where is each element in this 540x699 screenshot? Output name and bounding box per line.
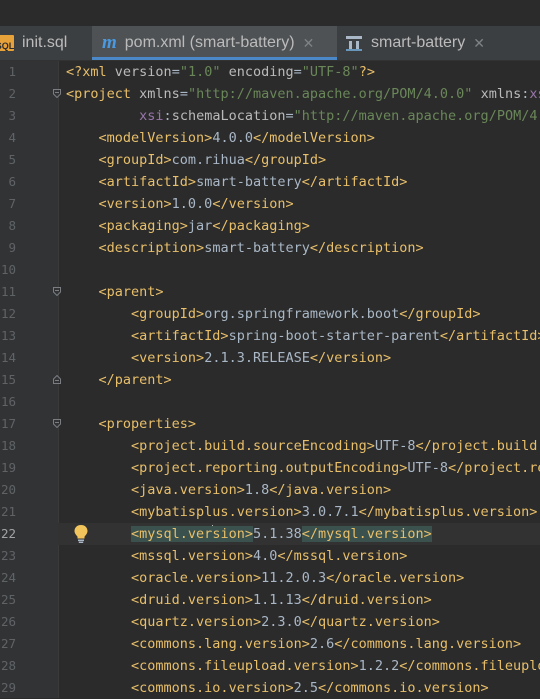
code-line: <project.reporting.outputEncoding>UTF-8<… — [131, 460, 540, 476]
tab-pom-xml[interactable]: m pom.xml (smart-battery) ✕ — [92, 26, 337, 60]
code-line: <modelVersion>4.0.0</modelVersion> — [98, 130, 375, 146]
line-number: 3 — [8, 108, 16, 123]
tab-label-smart-battery: smart-battery — [371, 34, 466, 51]
line-number: 10 — [0, 262, 16, 277]
line-number: 29 — [0, 680, 16, 695]
line-number: 2 — [8, 86, 16, 101]
line-number: 27 — [0, 636, 16, 651]
line-number: 16 — [0, 394, 16, 409]
fold-collapse-icon[interactable] — [53, 287, 61, 296]
line-number: 18 — [0, 438, 16, 453]
line-number: 5 — [8, 152, 16, 167]
fold-collapse-icon[interactable] — [53, 89, 61, 98]
fold-collapse-icon[interactable] — [53, 419, 61, 428]
line-number: 25 — [0, 592, 16, 607]
code-line: <version>2.1.3.RELEASE</version> — [131, 350, 392, 366]
line-number: 7 — [8, 196, 16, 211]
code-line: <commons.lang.version>2.6</commons.lang.… — [131, 636, 522, 652]
code-line: <project.build.sourceEncoding>UTF-8</pro… — [131, 438, 540, 454]
code-line: <quartz.version>2.3.0</quartz.version> — [131, 614, 440, 630]
code-line: <artifactId>spring-boot-starter-parent</… — [131, 328, 540, 344]
maven-m-icon: m — [102, 32, 117, 53]
tab-smart-battery[interactable]: smart-battery ✕ — [337, 26, 540, 60]
code-line: <druid.version>1.1.13</druid.version> — [131, 592, 432, 608]
tab-init-sql[interactable]: SQL init.sql — [0, 26, 92, 60]
code-line: <project xmlns="http://maven.apache.org/… — [66, 86, 540, 102]
code-line: <groupId>org.springframework.boot</group… — [131, 306, 481, 322]
line-number: 8 — [8, 218, 16, 233]
code-line: <parent> — [98, 284, 164, 300]
sql-file-icon: SQL — [0, 35, 14, 51]
code-line: <mssql.version>4.0</mssql.version> — [131, 548, 408, 564]
line-number: 28 — [0, 658, 16, 673]
close-tab-smart-battery-icon[interactable]: ✕ — [473, 35, 485, 52]
line-number: 4 — [8, 130, 16, 145]
tab-label-pom-xml: pom.xml (smart-battery) — [124, 34, 295, 51]
line-number: 21 — [0, 504, 16, 519]
code-line: <artifactId>smart-battery</artifactId> — [98, 174, 408, 190]
line-number: 26 — [0, 614, 16, 629]
line-number: 23 — [0, 548, 16, 563]
project-structure-icon — [346, 36, 362, 51]
code-line: <groupId>com.rihua</groupId> — [98, 152, 327, 168]
line-number: 20 — [0, 482, 16, 497]
code-line: </parent> — [98, 372, 172, 388]
line-number: 13 — [0, 328, 16, 343]
code-line: <java.version>1.8</java.version> — [131, 482, 392, 498]
code-line: <description>smart-battery</description> — [98, 240, 424, 256]
line-number: 14 — [0, 350, 16, 365]
code-line: <commons.io.version>2.5</commons.io.vers… — [131, 680, 489, 696]
line-number: 24 — [0, 570, 16, 585]
line-number: 15 — [0, 372, 16, 387]
line-number: 9 — [8, 240, 16, 255]
code-line: <mybatisplus.version>3.0.7.1</mybatisplu… — [131, 504, 538, 520]
line-number: 19 — [0, 460, 16, 475]
line-number: 17 — [0, 416, 16, 431]
code-line: xsi:schemaLocation="http://maven.apache.… — [139, 108, 540, 124]
code-line: <mysql.version>5.1.38</mysql.version> — [131, 525, 432, 542]
editor-tab-bar: SQL init.sql m pom.xml (smart-battery) ✕… — [0, 26, 540, 61]
code-editor[interactable]: 1 <?xml version="1.0" encoding="UTF-8"?> 2… — [0, 61, 540, 698]
line-number: 11 — [0, 284, 16, 299]
line-number: 6 — [8, 174, 16, 189]
code-line: <oracle.version>11.2.0.3</oracle.version… — [131, 570, 465, 586]
code-line: <?xml version="1.0" encoding="UTF-8"?> — [66, 64, 375, 80]
close-tab-pom-xml-icon[interactable]: ✕ — [303, 35, 315, 52]
line-number: 12 — [0, 306, 16, 321]
line-number: 1 — [8, 64, 16, 79]
code-line: <version>1.0.0</version> — [98, 196, 294, 212]
fold-end-icon[interactable] — [53, 375, 61, 384]
code-line: <packaging>jar</packaging> — [98, 218, 310, 234]
code-line: <properties> — [98, 416, 197, 432]
line-number: 22 — [0, 526, 16, 541]
tab-label-init-sql: init.sql — [22, 34, 68, 51]
code-line: <commons.fileupload.version>1.2.2</commo… — [131, 658, 540, 674]
